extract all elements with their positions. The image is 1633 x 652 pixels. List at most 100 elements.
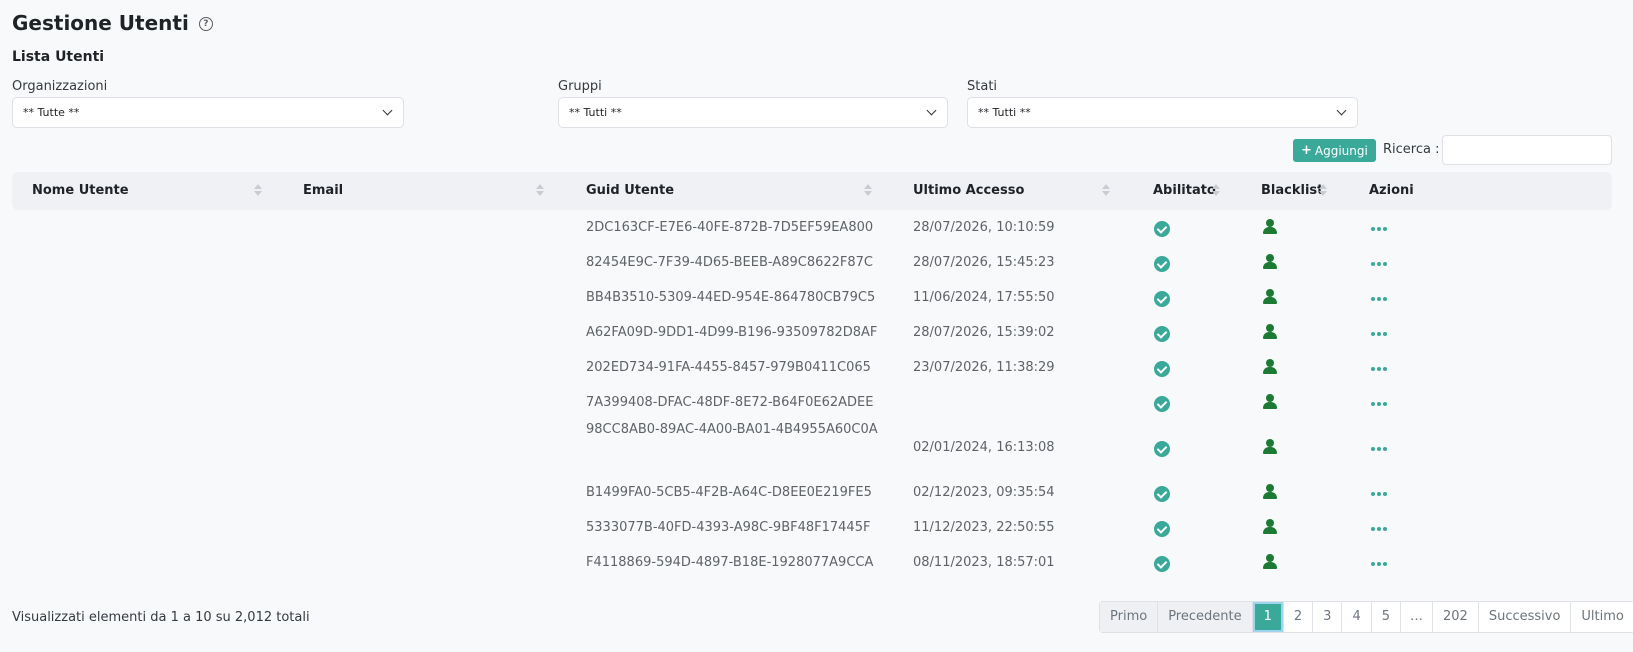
organizations-select[interactable]: ** Tutte ** <box>12 97 404 128</box>
table-row: BB4B3510-5309-44ED-954E-864780CB79C5 11/0… <box>12 280 1612 315</box>
pagination-page-202[interactable]: 202 <box>1433 602 1479 632</box>
states-label: Stati <box>967 79 998 94</box>
guid-cell: 202ED734-91FA-4455-8457-979B0411C065 <box>586 360 871 375</box>
last-access-cell: 11/06/2024, 17:55:50 <box>913 290 1055 305</box>
table-row: F4118869-594D-4897-B18E-1928077A9CCA 08/1… <box>12 545 1612 580</box>
last-access-cell: 28/07/2026, 10:10:59 <box>913 220 1055 235</box>
search-input[interactable] <box>1442 135 1612 165</box>
table-row: 7A399408-DFAC-48DF-8E72-B64F0E62ADEE <box>12 385 1612 420</box>
guid-cell: BB4B3510-5309-44ED-954E-864780CB79C5 <box>586 290 876 305</box>
more-actions-icon[interactable] <box>1371 527 1387 531</box>
last-access-cell: 08/11/2023, 18:57:01 <box>913 555 1055 570</box>
guid-cell: B1499FA0-5CB5-4F2B-A64C-D8EE0E219FE5 <box>586 485 872 500</box>
guid-cell: A62FA09D-9DD1-4D99-B196-93509782D8AF <box>586 325 878 340</box>
user-icon[interactable] <box>1263 289 1277 305</box>
table-row: 2DC163CF-E7E6-40FE-872B-7D5EF59EA800 28/0… <box>12 210 1612 245</box>
user-icon[interactable] <box>1263 439 1277 455</box>
chevron-down-icon <box>382 105 393 116</box>
organizations-filter: Organizzazioni ** Tutte ** <box>12 79 404 128</box>
user-icon[interactable] <box>1263 394 1277 410</box>
add-user-button[interactable]: + Aggiungi <box>1293 139 1376 162</box>
user-icon[interactable] <box>1263 484 1277 500</box>
check-circle-icon <box>1154 486 1170 502</box>
plus-icon: + <box>1301 143 1312 158</box>
pagination-first[interactable]: Primo <box>1100 602 1159 632</box>
more-actions-icon[interactable] <box>1371 297 1387 301</box>
column-header-blacklist[interactable]: Blacklist <box>1261 172 1323 210</box>
chevron-down-icon <box>926 105 937 116</box>
user-icon[interactable] <box>1263 254 1277 270</box>
column-header-enabled[interactable]: Abilitato <box>1153 172 1216 210</box>
last-access-cell: 28/07/2026, 15:45:23 <box>913 255 1055 270</box>
more-actions-icon[interactable] <box>1371 227 1387 231</box>
groups-label: Gruppi <box>558 79 602 94</box>
more-actions-icon[interactable] <box>1371 562 1387 566</box>
check-circle-icon <box>1154 221 1170 237</box>
check-circle-icon <box>1154 256 1170 272</box>
sort-icon[interactable] <box>864 184 872 198</box>
column-header-name[interactable]: Nome Utente <box>32 172 129 210</box>
states-select-value: ** Tutti ** <box>978 106 1031 119</box>
table-row: 82454E9C-7F39-4D65-BEEB-A89C8622F87C 28/0… <box>12 245 1612 280</box>
pagination-page-2[interactable]: 2 <box>1283 602 1314 632</box>
section-title: Lista Utenti <box>12 49 105 65</box>
groups-filter: Gruppi ** Tutti ** <box>558 79 948 128</box>
add-button-label: Aggiungi <box>1314 143 1368 158</box>
guid-cell: 82454E9C-7F39-4D65-BEEB-A89C8622F87C <box>586 255 874 270</box>
more-actions-icon[interactable] <box>1371 402 1387 406</box>
column-header-email[interactable]: Email <box>303 172 343 210</box>
check-circle-icon <box>1154 556 1170 572</box>
check-circle-icon <box>1154 441 1170 457</box>
sort-icon[interactable] <box>1212 184 1220 198</box>
user-icon[interactable] <box>1263 554 1277 570</box>
more-actions-icon[interactable] <box>1371 367 1387 371</box>
last-access-cell: 02/01/2024, 16:13:08 <box>913 440 1055 455</box>
sort-icon[interactable] <box>254 184 262 198</box>
question-circle-icon[interactable]: ? <box>198 17 213 31</box>
organizations-label: Organizzazioni <box>12 79 108 94</box>
table-row: 98CC8AB0-89AC-4A00-BA01-4B4955A60C0A 02/0… <box>12 420 1612 475</box>
pagination-ellipsis: … <box>1401 602 1433 632</box>
column-header-guid[interactable]: Guid Utente <box>586 172 674 210</box>
pagination-page-3[interactable]: 3 <box>1313 602 1343 632</box>
table-row: 202ED734-91FA-4455-8457-979B0411C065 23/0… <box>12 350 1612 385</box>
user-icon[interactable] <box>1263 324 1277 340</box>
groups-select[interactable]: ** Tutti ** <box>558 97 948 128</box>
user-icon[interactable] <box>1263 359 1277 375</box>
pagination-last[interactable]: Ultimo <box>1571 602 1633 632</box>
guid-cell: 5333077B-40FD-4393-A98C-9BF48F17445F <box>586 520 871 535</box>
more-actions-icon[interactable] <box>1371 262 1387 266</box>
check-circle-icon <box>1154 521 1170 537</box>
pagination: Primo Precedente 1 2 3 4 5 … 202 Success… <box>1099 601 1633 633</box>
guid-cell: F4118869-594D-4897-B18E-1928077A9CCA <box>586 555 874 570</box>
table-info: Visualizzati elementi da 1 a 10 su 2,012… <box>12 610 310 625</box>
pagination-page-4[interactable]: 4 <box>1342 602 1372 632</box>
chevron-down-icon <box>1336 105 1347 116</box>
guid-cell: 98CC8AB0-89AC-4A00-BA01-4B4955A60C0A <box>586 422 878 437</box>
column-header-last-access[interactable]: Ultimo Accesso <box>913 172 1024 210</box>
check-circle-icon <box>1154 396 1170 412</box>
groups-select-value: ** Tutti ** <box>569 106 622 119</box>
check-circle-icon <box>1154 291 1170 307</box>
check-circle-icon <box>1154 361 1170 377</box>
page-title: Gestione Utenti ? <box>12 11 213 35</box>
sort-icon[interactable] <box>1102 184 1110 198</box>
organizations-select-value: ** Tutte ** <box>23 106 80 119</box>
pagination-page-1[interactable]: 1 <box>1252 602 1284 632</box>
pagination-next[interactable]: Successivo <box>1478 602 1572 632</box>
pagination-page-5[interactable]: 5 <box>1371 602 1401 632</box>
more-actions-icon[interactable] <box>1371 492 1387 496</box>
sort-icon[interactable] <box>1319 184 1327 198</box>
user-icon[interactable] <box>1263 519 1277 535</box>
guid-cell: 2DC163CF-E7E6-40FE-872B-7D5EF59EA800 <box>586 220 874 235</box>
pagination-previous[interactable]: Precedente <box>1158 602 1253 632</box>
user-icon[interactable] <box>1263 219 1277 235</box>
table-header: Nome Utente Email Guid Utente Ultimo Acc… <box>12 172 1612 210</box>
more-actions-icon[interactable] <box>1371 332 1387 336</box>
table-row: B1499FA0-5CB5-4F2B-A64C-D8EE0E219FE5 02/1… <box>12 475 1612 510</box>
last-access-cell: 11/12/2023, 22:50:55 <box>913 520 1055 535</box>
sort-icon[interactable] <box>536 184 544 198</box>
page-title-text: Gestione Utenti <box>12 11 189 35</box>
states-select[interactable]: ** Tutti ** <box>967 97 1358 128</box>
more-actions-icon[interactable] <box>1371 447 1387 451</box>
